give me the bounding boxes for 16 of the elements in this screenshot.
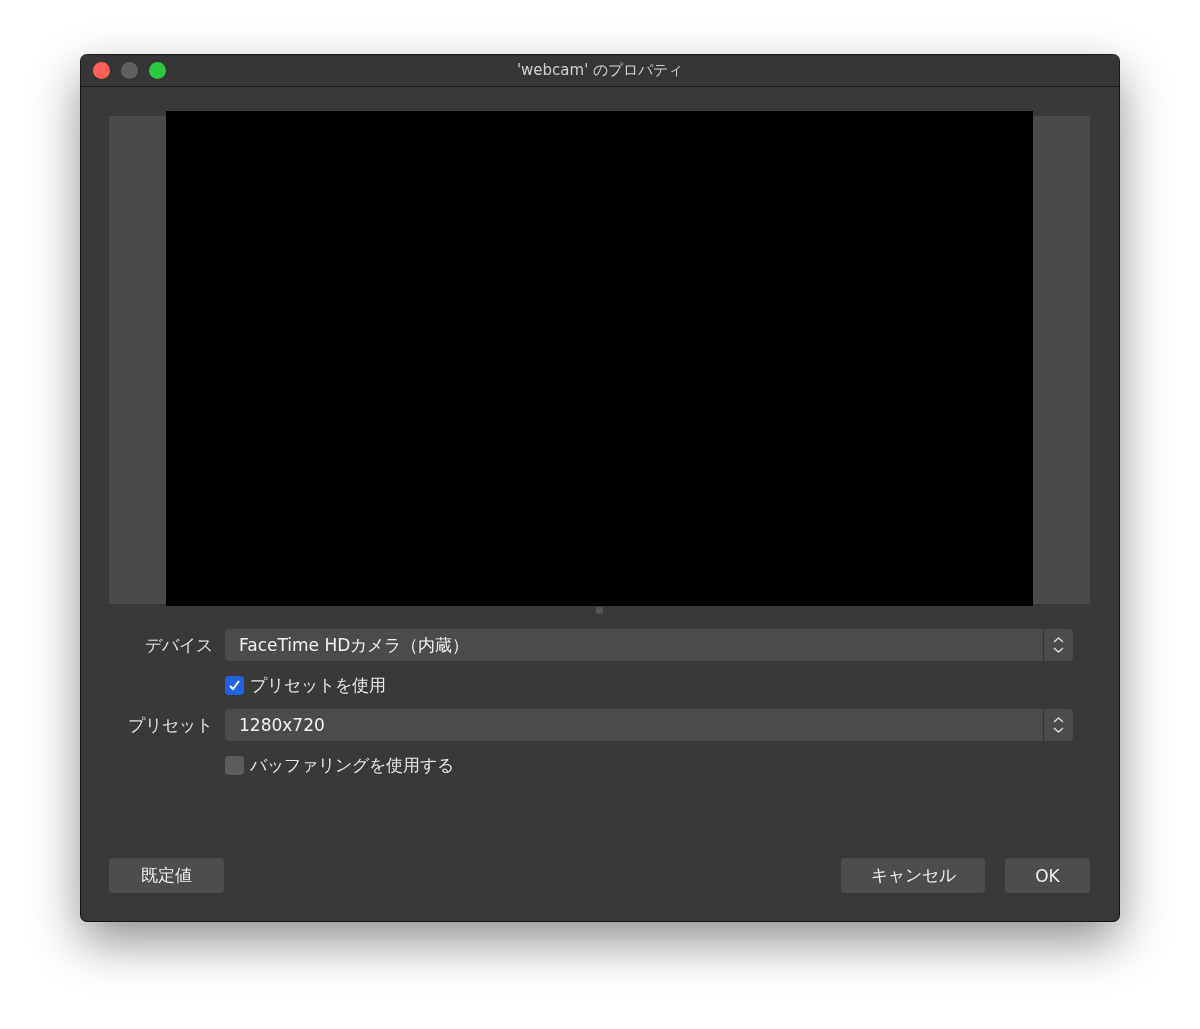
checkbox[interactable] <box>225 755 244 775</box>
ok-button[interactable]: OK <box>1005 858 1090 893</box>
checkbox[interactable] <box>225 675 244 695</box>
checkbox-label[interactable]: プリセットを使用 <box>250 673 386 697</box>
close-icon[interactable] <box>93 62 110 79</box>
dropdown[interactable]: 1280x720 <box>225 709 1073 741</box>
field-label: プリセット <box>127 713 213 737</box>
resize-handle[interactable] <box>596 607 603 614</box>
zoom-icon[interactable] <box>149 62 166 79</box>
window-title: 'webcam' のプロパティ <box>516 61 684 80</box>
checkbox-label[interactable]: バッファリングを使用する <box>250 753 454 777</box>
defaults-button[interactable]: 既定値 <box>109 858 224 893</box>
cancel-button[interactable]: キャンセル <box>841 858 985 893</box>
dropdown[interactable]: FaceTime HDカメラ（内蔵） <box>225 629 1073 661</box>
checkmark-icon <box>228 678 241 692</box>
field-label: デバイス <box>144 633 213 657</box>
